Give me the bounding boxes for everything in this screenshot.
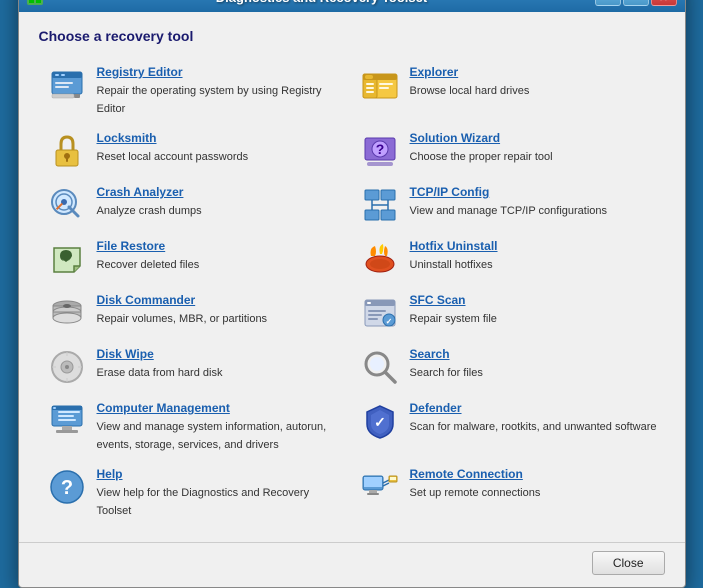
locksmith-desc: Reset local account passwords xyxy=(97,151,249,163)
defender-desc: Scan for malware, rootkits, and unwanted… xyxy=(410,421,657,433)
tool-solution-wizard[interactable]: ? Solution Wizard Choose the proper repa… xyxy=(352,124,665,178)
explorer-link[interactable]: Explorer xyxy=(410,65,657,79)
crash-analyzer-icon xyxy=(47,185,87,225)
file-restore-desc: Recover deleted files xyxy=(97,259,200,271)
file-restore-icon xyxy=(47,239,87,279)
crash-analyzer-link[interactable]: Crash Analyzer xyxy=(97,185,344,199)
remote-connection-link[interactable]: Remote Connection xyxy=(410,467,657,481)
tool-remote-connection[interactable]: Remote Connection Set up remote connecti… xyxy=(352,460,665,526)
tool-hotfix-uninstall[interactable]: Hotfix Uninstall Uninstall hotfixes xyxy=(352,232,665,286)
title-bar: Diagnostics and Recovery Toolset − □ ✕ xyxy=(19,0,685,12)
tool-tcpip-config[interactable]: TCP/IP Config View and manage TCP/IP con… xyxy=(352,178,665,232)
tool-help[interactable]: ? Help View help for the Diagnostics and… xyxy=(39,460,352,526)
maximize-button[interactable]: □ xyxy=(623,0,649,6)
minimize-button[interactable]: − xyxy=(595,0,621,6)
svg-text:?: ? xyxy=(60,477,72,499)
hotfix-uninstall-desc: Uninstall hotfixes xyxy=(410,259,493,271)
disk-wipe-desc: Erase data from hard disk xyxy=(97,367,223,379)
window-title: Diagnostics and Recovery Toolset xyxy=(49,0,595,5)
computer-management-icon xyxy=(47,401,87,441)
locksmith-link[interactable]: Locksmith xyxy=(97,131,344,145)
content-area: Choose a recovery tool Registry Editor R… xyxy=(19,12,685,538)
page-heading: Choose a recovery tool xyxy=(39,28,665,44)
search-desc: Search for files xyxy=(410,367,483,379)
solution-wizard-desc: Choose the proper repair tool xyxy=(410,151,553,163)
computer-management-desc: View and manage system information, auto… xyxy=(97,421,327,451)
tool-locksmith[interactable]: Locksmith Reset local account passwords xyxy=(39,124,352,178)
remote-connection-icon xyxy=(360,467,400,507)
tool-defender[interactable]: ✓ Defender Scan for malware, rootkits, a… xyxy=(352,394,665,460)
tool-file-restore[interactable]: File Restore Recover deleted files xyxy=(39,232,352,286)
disk-wipe-link[interactable]: Disk Wipe xyxy=(97,347,344,361)
svg-text:✓: ✓ xyxy=(385,317,392,326)
tool-registry-editor[interactable]: Registry Editor Repair the operating sys… xyxy=(39,58,352,124)
registry-editor-desc: Repair the operating system by using Reg… xyxy=(97,85,322,115)
tool-sfc-scan[interactable]: ✓ SFC Scan Repair system file xyxy=(352,286,665,340)
file-restore-link[interactable]: File Restore xyxy=(97,239,344,253)
tools-grid: Registry Editor Repair the operating sys… xyxy=(39,58,665,526)
close-window-button[interactable]: ✕ xyxy=(651,0,677,6)
disk-commander-icon xyxy=(47,293,87,333)
svg-text:?: ? xyxy=(375,141,384,157)
crash-analyzer-desc: Analyze crash dumps xyxy=(97,205,202,217)
sfc-scan-link[interactable]: SFC Scan xyxy=(410,293,657,307)
app-icon xyxy=(27,0,43,5)
tool-search[interactable]: Search Search for files xyxy=(352,340,665,394)
remote-connection-desc: Set up remote connections xyxy=(410,487,541,499)
search-icon xyxy=(360,347,400,387)
tool-crash-analyzer[interactable]: Crash Analyzer Analyze crash dumps xyxy=(39,178,352,232)
window-controls: − □ ✕ xyxy=(595,0,677,6)
solution-wizard-icon: ? xyxy=(360,131,400,171)
help-link[interactable]: Help xyxy=(97,467,344,481)
svg-text:✓: ✓ xyxy=(374,414,386,430)
tcpip-config-desc: View and manage TCP/IP configurations xyxy=(410,205,608,217)
locksmith-icon xyxy=(47,131,87,171)
sfc-scan-desc: Repair system file xyxy=(410,313,497,325)
sfc-scan-icon: ✓ xyxy=(360,293,400,333)
tool-computer-management[interactable]: Computer Management View and manage syst… xyxy=(39,394,352,460)
help-icon: ? xyxy=(47,467,87,507)
tool-disk-wipe[interactable]: Disk Wipe Erase data from hard disk xyxy=(39,340,352,394)
main-window: Diagnostics and Recovery Toolset − □ ✕ C… xyxy=(18,0,686,588)
solution-wizard-link[interactable]: Solution Wizard xyxy=(410,131,657,145)
disk-commander-link[interactable]: Disk Commander xyxy=(97,293,344,307)
disk-commander-desc: Repair volumes, MBR, or partitions xyxy=(97,313,268,325)
close-button[interactable]: Close xyxy=(592,551,665,575)
tool-disk-commander[interactable]: Disk Commander Repair volumes, MBR, or p… xyxy=(39,286,352,340)
explorer-desc: Browse local hard drives xyxy=(410,85,530,97)
tool-explorer[interactable]: Explorer Browse local hard drives xyxy=(352,58,665,124)
registry-editor-icon xyxy=(47,65,87,105)
disk-wipe-icon xyxy=(47,347,87,387)
tcpip-config-icon xyxy=(360,185,400,225)
explorer-icon xyxy=(360,65,400,105)
defender-link[interactable]: Defender xyxy=(410,401,657,415)
hotfix-uninstall-link[interactable]: Hotfix Uninstall xyxy=(410,239,657,253)
registry-editor-link[interactable]: Registry Editor xyxy=(97,65,344,79)
help-desc: View help for the Diagnostics and Recove… xyxy=(97,487,310,517)
hotfix-uninstall-icon xyxy=(360,239,400,279)
tcpip-config-link[interactable]: TCP/IP Config xyxy=(410,185,657,199)
defender-icon: ✓ xyxy=(360,401,400,441)
footer: Close xyxy=(19,542,685,587)
search-link[interactable]: Search xyxy=(410,347,657,361)
computer-management-link[interactable]: Computer Management xyxy=(97,401,344,415)
